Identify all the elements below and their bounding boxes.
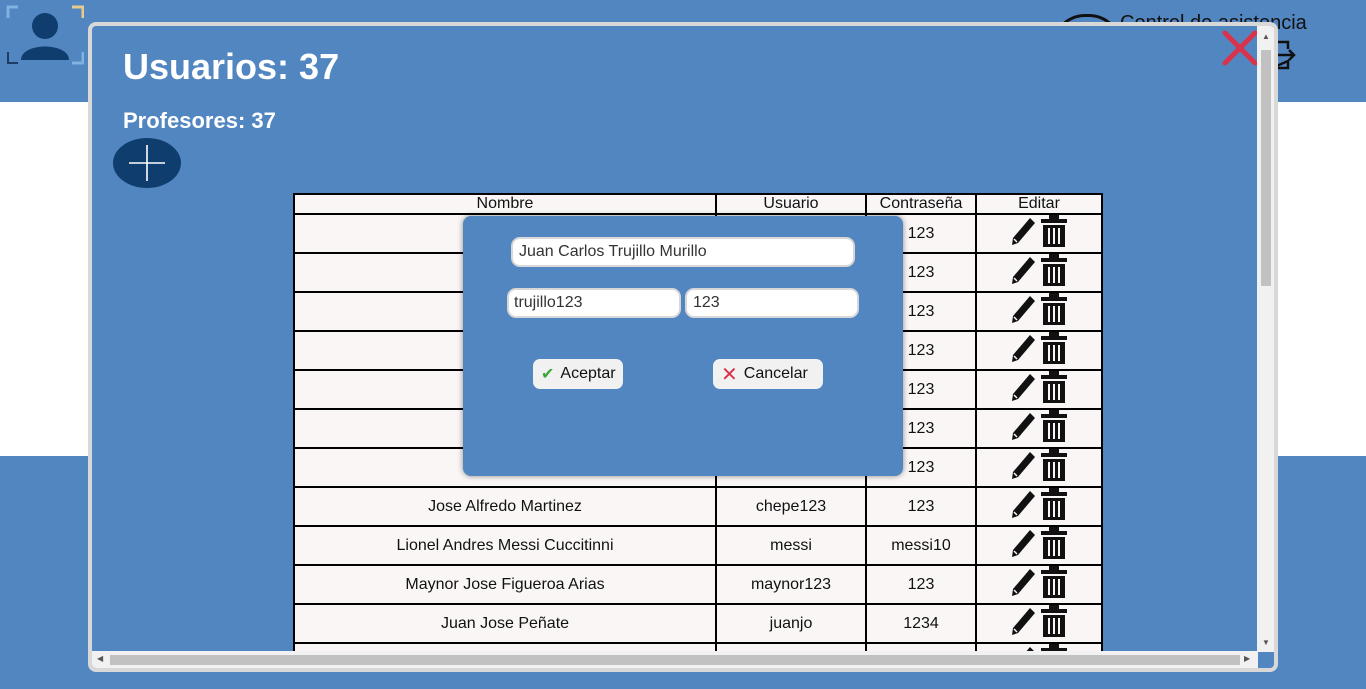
column-header-edit: Editar — [975, 193, 1103, 215]
full-name-input[interactable] — [511, 237, 855, 267]
accept-button-label: Aceptar — [560, 365, 616, 382]
checkmark-icon: ✔ — [541, 366, 555, 383]
user-name-cell: Juan Jose Peñate — [293, 603, 717, 644]
username-cell: maynor123 — [715, 564, 867, 605]
scroll-up-arrow-icon[interactable]: ▲ — [1262, 32, 1270, 41]
username-cell: chepe123 — [715, 486, 867, 527]
horizontal-scrollbar-thumb[interactable] — [110, 655, 1240, 665]
trash-delete-icon[interactable] — [1040, 488, 1068, 525]
horizontal-scrollbar[interactable]: ◀ ▶ — [92, 651, 1258, 668]
column-header-name[interactable]: Nombre — [293, 193, 717, 215]
trash-delete-icon[interactable] — [1040, 371, 1068, 408]
add-user-button[interactable] — [113, 138, 181, 188]
trash-delete-icon[interactable] — [1040, 449, 1068, 486]
username-cell: juanjo — [715, 603, 867, 644]
trash-delete-icon[interactable] — [1040, 605, 1068, 642]
cancel-button[interactable]: ✕ Cancelar — [713, 359, 823, 389]
vertical-scrollbar-thumb[interactable] — [1261, 50, 1271, 286]
edit-actions-cell — [975, 525, 1103, 566]
pencil-edit-icon[interactable] — [1010, 333, 1036, 368]
pencil-edit-icon[interactable] — [1010, 372, 1036, 407]
pencil-edit-icon[interactable] — [1010, 450, 1036, 485]
vertical-scrollbar[interactable]: ▲ ▼ — [1257, 26, 1274, 652]
edit-user-modal: ✔ Aceptar ✕ Cancelar — [463, 216, 903, 476]
edit-actions-cell — [975, 408, 1103, 449]
user-name-cell: Lionel Andres Messi Cuccitinni — [293, 525, 717, 566]
pencil-edit-icon[interactable] — [1010, 606, 1036, 641]
edit-actions-cell — [975, 291, 1103, 332]
table-row: Lionel Andres Messi Cuccitinni messi messi… — [293, 525, 1103, 566]
column-header-user[interactable]: Usuario — [715, 193, 867, 215]
edit-actions-cell — [975, 330, 1103, 371]
column-header-password[interactable]: Contraseña — [865, 193, 977, 215]
x-icon: ✕ — [721, 363, 738, 386]
edit-actions-cell — [975, 369, 1103, 410]
pencil-edit-icon[interactable] — [1010, 528, 1036, 563]
edit-actions-cell — [975, 447, 1103, 488]
edit-actions-cell — [975, 564, 1103, 605]
trash-delete-icon[interactable] — [1040, 293, 1068, 330]
password-input[interactable] — [685, 288, 859, 318]
user-name-cell: Jose Alfredo Martinez — [293, 486, 717, 527]
trash-delete-icon[interactable] — [1040, 527, 1068, 564]
edit-actions-cell — [975, 252, 1103, 293]
edit-actions-cell — [975, 486, 1103, 527]
pencil-edit-icon[interactable] — [1010, 411, 1036, 446]
password-cell: 123 — [865, 486, 977, 527]
table-row: Juan Jose Peñate juanjo 1234 — [293, 603, 1103, 644]
accept-button[interactable]: ✔ Aceptar — [533, 359, 623, 389]
trash-delete-icon[interactable] — [1040, 566, 1068, 603]
user-name-cell: Maynor Jose Figueroa Arias — [293, 564, 717, 605]
username-cell: messi — [715, 525, 867, 566]
trash-delete-icon[interactable] — [1040, 332, 1068, 369]
plus-icon — [129, 145, 165, 181]
pencil-edit-icon[interactable] — [1010, 255, 1036, 290]
edit-actions-cell — [975, 213, 1103, 254]
scroll-left-arrow-icon[interactable]: ◀ — [97, 654, 103, 663]
trash-delete-icon[interactable] — [1040, 215, 1068, 252]
table-row: Jose Alfredo Martinez chepe123 123 — [293, 486, 1103, 527]
edit-actions-cell — [975, 603, 1103, 644]
pencil-edit-icon[interactable] — [1010, 567, 1036, 602]
trash-delete-icon[interactable] — [1040, 254, 1068, 291]
scroll-down-arrow-icon[interactable]: ▼ — [1262, 638, 1270, 647]
table-header-row: Nombre Usuario Contraseña Editar — [293, 193, 1103, 215]
username-input[interactable] — [507, 288, 681, 318]
pencil-edit-icon[interactable] — [1010, 216, 1036, 251]
scroll-right-arrow-icon[interactable]: ▶ — [1244, 654, 1250, 663]
password-cell: 123 — [865, 564, 977, 605]
user-profile-icon — [6, 5, 84, 65]
trash-delete-icon[interactable] — [1040, 410, 1068, 447]
table-row: Maynor Jose Figueroa Arias maynor123 123 — [293, 564, 1103, 605]
professors-count: Profesores: 37 — [123, 108, 276, 133]
cancel-button-label: Cancelar — [743, 365, 808, 382]
password-cell: 1234 — [865, 603, 977, 644]
pencil-edit-icon[interactable] — [1010, 489, 1036, 524]
password-cell: messi10 — [865, 525, 977, 566]
page-title: Usuarios: 37 — [123, 46, 340, 87]
close-x-icon[interactable] — [1222, 30, 1258, 66]
pencil-edit-icon[interactable] — [1010, 294, 1036, 329]
